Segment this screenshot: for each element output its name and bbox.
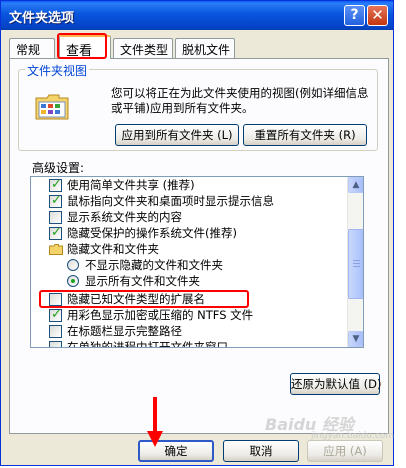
hide-extensions-highlight-annotation bbox=[39, 290, 249, 308]
checkmark-icon: ✓ bbox=[51, 193, 62, 208]
folder-views-description: 您可以将正在为此文件夹使用的视图(例如详细信息或平铺)应用到所有文件夹。 bbox=[111, 86, 369, 115]
list-item-label: 用彩色显示加密或压缩的 NTFS 文件 bbox=[67, 308, 254, 322]
list-item-label: 在标题栏显示完整路径 bbox=[67, 324, 182, 338]
tab-highlight-annotation bbox=[57, 33, 107, 59]
reset-all-folders-button[interactable]: 重置所有文件夹 (R) bbox=[243, 124, 367, 146]
list-item[interactable]: 显示系统文件夹的内容 bbox=[31, 209, 349, 225]
list-item-label: 不显示隐藏的文件和文件夹 bbox=[85, 258, 223, 272]
folder-icon bbox=[49, 244, 63, 255]
view-tab-panel: 文件夹视图 您可以将正在为此文件夹使用的视图(例如详细信息或平铺)应用到所有文件… bbox=[9, 58, 389, 434]
window-title: 文件夹选项 bbox=[9, 11, 75, 26]
checkbox[interactable]: ✓ bbox=[49, 177, 62, 192]
list-item[interactable]: ✓ 隐藏受保护的操作系统文件(推荐) bbox=[31, 225, 349, 241]
apply-to-all-folders-button[interactable]: 应用到所有文件夹 (L) bbox=[115, 124, 239, 146]
scroll-thumb[interactable] bbox=[348, 229, 363, 299]
folder-views-group: 文件夹视图 您可以将正在为此文件夹使用的视图(例如详细信息或平铺)应用到所有文件… bbox=[18, 62, 378, 151]
close-button[interactable]: ✕ bbox=[367, 5, 388, 26]
cancel-button[interactable]: 取消 bbox=[223, 440, 299, 462]
vertical-scrollbar[interactable]: ▲ ▼ bbox=[347, 177, 363, 347]
list-item-label: 使用简单文件共享 (推荐) bbox=[67, 178, 195, 192]
list-item-label: 在单独的进程中打开文件夹窗口 bbox=[67, 340, 228, 348]
advanced-settings-label: 高级设置: bbox=[32, 161, 85, 175]
checkmark-icon: ✓ bbox=[51, 225, 62, 240]
list-item-label: 显示所有文件和文件夹 bbox=[85, 274, 200, 288]
scroll-down-icon[interactable]: ▼ bbox=[348, 331, 363, 347]
radio-button[interactable] bbox=[67, 275, 79, 287]
list-item: 隐藏文件和文件夹 bbox=[31, 241, 349, 257]
radio-button[interactable] bbox=[67, 259, 79, 271]
close-icon: ✕ bbox=[371, 6, 384, 24]
checkbox[interactable] bbox=[49, 211, 62, 224]
red-arrow-annotation-icon bbox=[147, 397, 163, 447]
checkmark-icon: ✓ bbox=[51, 177, 62, 192]
tab-file-types[interactable]: 文件类型 bbox=[113, 38, 173, 58]
checkbox[interactable]: ✓ bbox=[49, 225, 62, 240]
title-bar[interactable]: 文件夹选项 ? ✕ bbox=[1, 1, 393, 30]
checkbox[interactable]: ✓ bbox=[49, 193, 62, 208]
scroll-up-icon[interactable]: ▲ bbox=[348, 177, 363, 193]
apply-button[interactable]: 应用 (A) bbox=[307, 440, 383, 462]
folder-views-label: 文件夹视图 bbox=[25, 62, 90, 79]
checkbox[interactable]: ✓ bbox=[49, 307, 62, 322]
tab-offline-files[interactable]: 脱机文件 bbox=[175, 38, 235, 58]
folder-views-icon bbox=[35, 94, 69, 120]
checkbox[interactable] bbox=[49, 341, 62, 347]
list-item[interactable]: 不显示隐藏的文件和文件夹 bbox=[31, 257, 349, 273]
help-icon: ? bbox=[350, 7, 359, 23]
checkmark-icon: ✓ bbox=[51, 307, 62, 322]
watermark-url: jingyan.baidu.com bbox=[311, 431, 395, 441]
list-item[interactable]: 在标题栏显示完整路径 bbox=[31, 323, 349, 339]
list-item-label: 隐藏受保护的操作系统文件(推荐) bbox=[67, 226, 237, 240]
help-button[interactable]: ? bbox=[344, 5, 365, 26]
checkbox[interactable] bbox=[49, 325, 62, 338]
list-item-label: 显示系统文件夹的内容 bbox=[67, 210, 182, 224]
tab-general[interactable]: 常规 bbox=[9, 38, 55, 58]
list-item-label: 鼠标指向文件夹和桌面项时显示提示信息 bbox=[67, 194, 274, 208]
list-item[interactable]: 在单独的进程中打开文件夹窗口 bbox=[31, 339, 349, 348]
list-item[interactable]: 显示所有文件和文件夹 bbox=[31, 273, 349, 289]
folder-options-dialog: 文件夹选项 ? ✕ 常规 查看 文件类型 脱机文件 文件夹视图 您可以将正在为此… bbox=[0, 0, 394, 466]
list-item-label: 隐藏文件和文件夹 bbox=[67, 242, 159, 256]
list-item[interactable]: ✓ 用彩色显示加密或压缩的 NTFS 文件 bbox=[31, 307, 349, 323]
radio-selected-dot bbox=[71, 279, 75, 283]
restore-defaults-button[interactable]: 还原为默认值 (D) bbox=[290, 373, 381, 395]
advanced-settings-list[interactable]: ✓ 使用简单文件共享 (推荐) ✓ 鼠标指向文件夹和桌面项时显示提示信息 显示系… bbox=[30, 176, 364, 348]
list-item[interactable]: ✓ 鼠标指向文件夹和桌面项时显示提示信息 bbox=[31, 193, 349, 209]
list-item[interactable]: ✓ 使用简单文件共享 (推荐) bbox=[31, 177, 349, 193]
